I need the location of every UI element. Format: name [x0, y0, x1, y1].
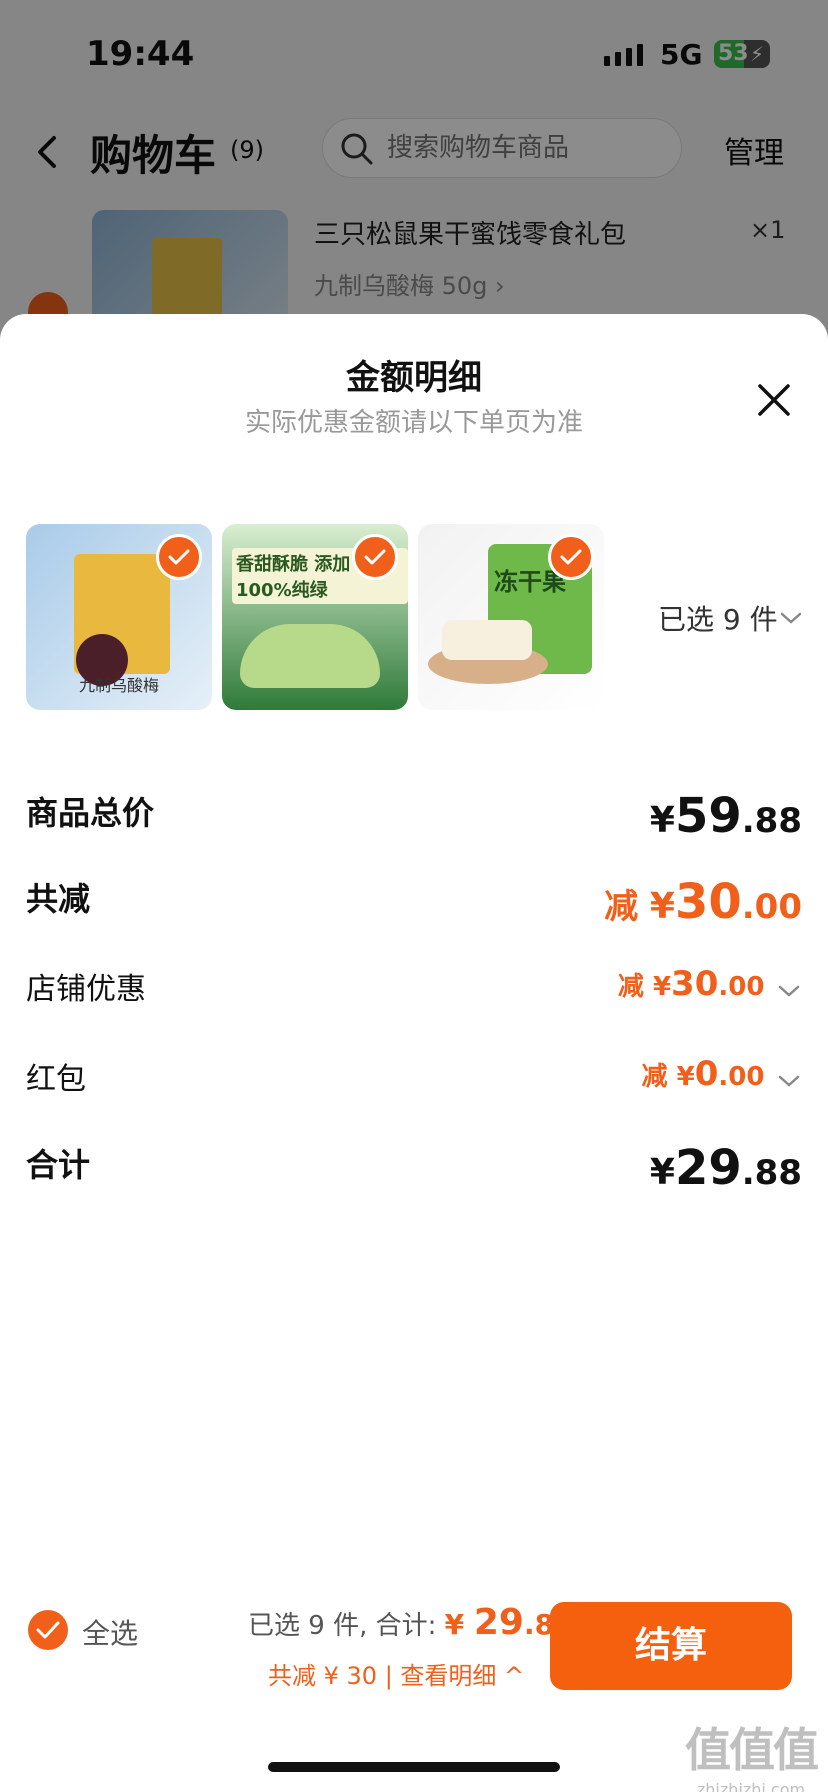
chevron-down-icon[interactable]	[778, 608, 804, 628]
product-thumbnail[interactable]: 九制乌酸梅	[26, 524, 212, 710]
row-label: 商品总价	[26, 794, 155, 832]
selected-count[interactable]: 已选 9 件	[658, 598, 778, 638]
watermark-text: 值值值	[685, 1723, 819, 1777]
view-details-link[interactable]: 共减 ¥ 30 | 查看明细 ^	[268, 1656, 524, 1691]
row-amount: 减 ¥30.00	[604, 874, 802, 930]
row-red-packet[interactable]: 红包 减 ¥0.00	[26, 1054, 802, 1114]
select-all-label[interactable]: 全选	[82, 1612, 138, 1652]
check-icon[interactable]	[156, 534, 202, 580]
row-label: 红包	[26, 1062, 86, 1097]
row-total: 合计 ¥29.88	[26, 1140, 802, 1200]
row-label: 合计	[26, 1146, 91, 1184]
row-amount[interactable]: 减 ¥0.00	[642, 1054, 802, 1094]
select-all-checkbox[interactable]	[28, 1610, 68, 1650]
row-amount: ¥29.88	[649, 1140, 802, 1196]
sheet-subtitle: 实际优惠金额请以下单页为准	[244, 408, 583, 438]
product-thumbnail[interactable]: 冻干果	[418, 524, 604, 710]
watermark-url: zhizhizhi.com	[696, 1780, 806, 1792]
checkout-button[interactable]: 结算	[550, 1602, 792, 1690]
check-icon[interactable]	[548, 534, 594, 580]
product-thumbnail[interactable]: 香甜酥脆 添加100%纯绿	[222, 524, 408, 710]
summary-line: 已选 9 件, 合计: ¥ 29.88	[248, 1602, 574, 1643]
watermark: 值值值 zhizhizhi.com	[676, 1714, 826, 1792]
checkout-bar: 全选 已选 9 件, 合计: ¥ 29.88 共减 ¥ 30 | 查看明细 ^ …	[0, 1580, 828, 1690]
row-subtotal: 商品总价 ¥59.88	[26, 788, 802, 848]
row-label: 共减	[26, 880, 91, 918]
chevron-down-icon[interactable]	[776, 981, 802, 1001]
row-amount[interactable]: 减 ¥30.00	[618, 964, 802, 1004]
row-store-discount[interactable]: 店铺优惠 减 ¥30.00	[26, 964, 802, 1024]
sheet-title: 金额明细	[346, 358, 482, 398]
row-total-discount: 共减 减 ¥30.00	[26, 874, 802, 934]
check-icon[interactable]	[352, 534, 398, 580]
row-label: 店铺优惠	[26, 972, 146, 1007]
thumbnail-caption: 九制乌酸梅	[78, 676, 159, 695]
close-icon[interactable]	[754, 380, 794, 420]
home-indicator[interactable]	[268, 1762, 560, 1772]
row-amount: ¥59.88	[649, 788, 802, 844]
chevron-down-icon[interactable]	[776, 1071, 802, 1091]
amount-detail-sheet: 金额明细 实际优惠金额请以下单页为准 九制乌酸梅 香甜酥脆 添加100%纯绿 冻…	[0, 314, 828, 1792]
